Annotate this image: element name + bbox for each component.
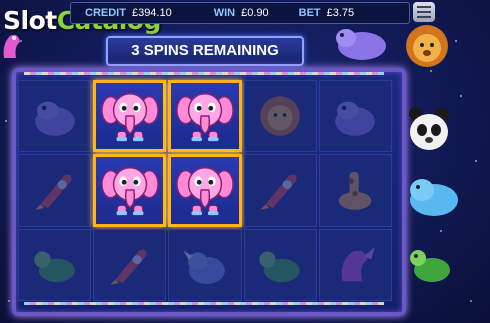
- reel-cell: [243, 154, 317, 227]
- win-value: £0.90: [241, 7, 269, 19]
- frame-lights-bottom: [24, 302, 384, 305]
- hippo-icon: [336, 29, 386, 60]
- lion-icon: [260, 96, 300, 136]
- turtle-icon: [410, 250, 450, 282]
- credit-label: CREDIT: [85, 7, 126, 19]
- menu-button[interactable]: [413, 2, 435, 22]
- free-spins-banner: 3 SPINS REMAINING: [106, 36, 304, 66]
- credit-display: CREDIT £394.10: [85, 7, 172, 19]
- giraffe-icon: [339, 172, 372, 211]
- dragon-icon: [3, 34, 20, 58]
- star: [8, 300, 10, 302]
- rhino-icon: [183, 250, 225, 284]
- info-bar: CREDIT £394.10 WIN £0.90 BET £3.75: [70, 2, 410, 24]
- bet-label: BET: [298, 7, 321, 19]
- reel-grid: [18, 80, 392, 301]
- reel-cell: [318, 228, 392, 301]
- panda-icon: [409, 107, 449, 150]
- rocket-icon: [260, 175, 297, 211]
- turtle-icon: [259, 251, 300, 282]
- elephant-icon: [101, 167, 159, 216]
- reel-cell: [318, 154, 392, 227]
- frame-lights-top: [24, 72, 384, 75]
- elephant-icon: [176, 93, 234, 142]
- reel-cell: [168, 154, 242, 227]
- star: [460, 95, 462, 97]
- reel-cell: [18, 80, 92, 153]
- reel-cell: [243, 80, 317, 153]
- win-display: WIN £0.90: [214, 7, 269, 19]
- hippo-icon: [34, 101, 75, 136]
- star: [455, 40, 457, 42]
- reel-cell: [93, 154, 167, 227]
- hamburger-icon: [417, 6, 431, 8]
- rocket-icon: [34, 175, 72, 211]
- reel-cell: [318, 80, 392, 153]
- hamburger-line: [417, 16, 431, 18]
- bet-value: £3.75: [326, 7, 355, 19]
- turtle-icon: [33, 251, 75, 282]
- star: [475, 160, 477, 162]
- star: [440, 230, 442, 232]
- rocket-icon: [109, 249, 147, 285]
- win-label: WIN: [213, 7, 236, 19]
- star: [5, 120, 7, 122]
- reel-cell: [18, 154, 92, 227]
- credit-value: £394.10: [131, 7, 172, 19]
- dragon-icon: [341, 246, 376, 282]
- hippo-icon: [410, 179, 458, 216]
- reel-cell: [243, 228, 317, 301]
- hamburger-line: [417, 11, 431, 13]
- bet-display: BET £3.75: [299, 7, 355, 19]
- reel-cell: [168, 228, 242, 301]
- hippo-icon: [335, 101, 376, 136]
- reel-cell: [18, 228, 92, 301]
- elephant-icon: [176, 167, 234, 216]
- elephant-icon: [101, 93, 159, 142]
- reel-cell: [168, 80, 242, 153]
- star: [470, 300, 472, 302]
- reel-cell: [93, 228, 167, 301]
- star: [430, 70, 432, 72]
- reel-cell: [93, 80, 167, 153]
- lion-icon: [406, 25, 448, 67]
